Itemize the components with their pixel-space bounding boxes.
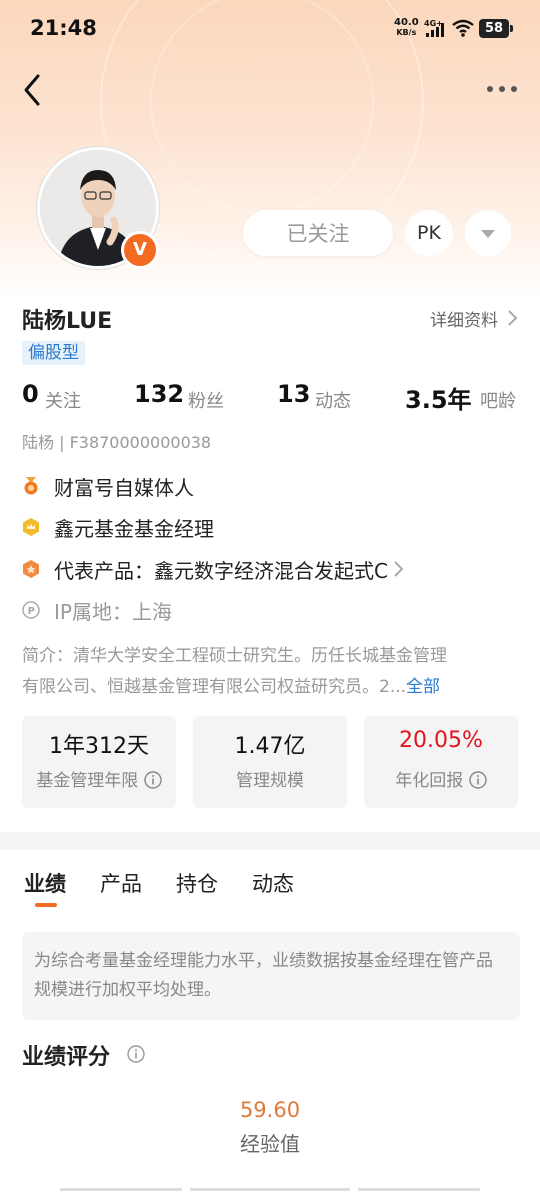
network-speed-value: 40.0: [394, 17, 419, 28]
performance-notice: 为综合考量基金经理能力水平，业绩数据按基金经理在管产品规模进行加权平均处理。: [22, 932, 520, 1020]
info-row-manager: 鑫元基金基金经理: [22, 513, 214, 541]
back-button[interactable]: [18, 72, 50, 108]
info-icon[interactable]: [127, 1045, 145, 1063]
chevron-right-icon[interactable]: [506, 309, 518, 327]
metric-value-return: 20.05%: [399, 728, 483, 753]
performance-score-title: 业绩评分: [22, 1045, 111, 1070]
experience-label: 经验值: [240, 1132, 300, 1156]
info-text-media: 财富号自媒体人: [54, 475, 194, 500]
manager-name: 陆杨LUE: [22, 309, 113, 334]
posts-label[interactable]: 动态: [315, 387, 351, 413]
metric-value-aum: 1.47亿: [234, 734, 306, 759]
info-row-media: 财富号自媒体人: [22, 472, 194, 500]
more-dots-icon[interactable]: [486, 84, 518, 94]
info-row-product[interactable]: 代表产品：鑫元数字经济混合发起式C: [22, 555, 404, 583]
triangle-down-icon: [481, 230, 495, 238]
pk-button[interactable]: PK: [405, 210, 453, 256]
intro-text: 简介：清华大学安全工程硕士研究生。历任长城基金管理 有限公司、恒越基金管理有限公…: [22, 641, 522, 703]
tab-products[interactable]: 产品: [100, 868, 142, 898]
follow-button[interactable]: 已关注: [243, 210, 393, 256]
metric-label-aum: 管理规模: [236, 771, 304, 791]
chevron-right-icon[interactable]: [392, 559, 404, 579]
experience-score: 59.60: [239, 1098, 301, 1122]
intro-line-2: 有限公司、恒越基金管理有限公司权益研究员。2...: [22, 677, 407, 697]
following-label[interactable]: 关注: [45, 387, 81, 413]
metric-value-tenure: 1年312天: [49, 734, 149, 759]
info-icon[interactable]: [144, 771, 162, 789]
svg-text:P: P: [28, 606, 35, 617]
radar-axis-line: [60, 1188, 182, 1191]
metric-card-aum[interactable]: 1.47亿 管理规模: [193, 716, 347, 808]
intro-line-1: 简介：清华大学安全工程硕士研究生。历任长城基金管理: [22, 646, 447, 666]
metric-card-return[interactable]: 20.05% 年化回报: [364, 716, 518, 808]
metric-label-return: 年化回报: [364, 766, 518, 791]
verified-badge-icon: V: [121, 231, 159, 269]
following-count[interactable]: 0: [22, 380, 39, 408]
notice-text: 为综合考量基金经理能力水平，业绩数据按基金经理在管产品规模进行加权平均处理。: [34, 951, 493, 1000]
network-speed: 40.0 KB/s: [394, 18, 419, 38]
metric-label-tenure-text: 基金管理年限: [36, 771, 139, 791]
location-icon: P: [22, 601, 40, 619]
followers-label[interactable]: 粉丝: [188, 387, 224, 413]
info-icon[interactable]: [469, 771, 487, 789]
network-speed-unit: KB/s: [396, 28, 417, 37]
tab-posts[interactable]: 动态: [252, 868, 294, 898]
account-age-label: 吧龄: [480, 391, 516, 412]
info-text-product[interactable]: 代表产品：鑫元数字经济混合发起式C: [54, 555, 388, 584]
active-tab-indicator: [35, 903, 57, 907]
radar-axis-line: [358, 1188, 480, 1191]
posts-count[interactable]: 13: [277, 380, 310, 408]
metric-card-tenure[interactable]: 1年312天 基金管理年限: [22, 716, 176, 808]
network-type: 4G+: [424, 19, 443, 28]
detail-profile-link[interactable]: 详细资料: [430, 306, 498, 331]
tab-holdings[interactable]: 持仓: [176, 868, 218, 898]
info-text-manager: 鑫元基金基金经理: [54, 516, 214, 541]
metric-label-return-text: 年化回报: [395, 771, 464, 791]
info-text-ip: IP属地：上海: [54, 599, 172, 624]
user-id: 陆杨 | F3870000000038: [22, 433, 212, 452]
medal-icon: [24, 477, 38, 495]
dropdown-button[interactable]: [465, 210, 511, 256]
battery-indicator: 58: [479, 19, 513, 38]
tab-performance[interactable]: 业绩: [24, 868, 66, 898]
status-bar: 21:48 40.0 KB/s 4G+ 58: [0, 0, 540, 58]
product-icon: [23, 560, 39, 578]
section-divider: [0, 832, 540, 850]
metric-label-tenure: 基金管理年限: [22, 766, 176, 791]
signal-icon: 4G+: [424, 19, 444, 37]
radar-axis-line: [190, 1188, 350, 1191]
intro-expand-link[interactable]: 全部: [406, 677, 440, 697]
wifi-icon: [452, 19, 474, 37]
crown-icon: [23, 518, 39, 536]
status-time: 21:48: [30, 16, 97, 40]
followers-count[interactable]: 132: [134, 380, 184, 408]
account-age: 3.5年: [405, 386, 472, 414]
info-row-ip: P IP属地：上海: [22, 596, 172, 624]
fund-style-tag: 偏股型: [22, 341, 85, 365]
